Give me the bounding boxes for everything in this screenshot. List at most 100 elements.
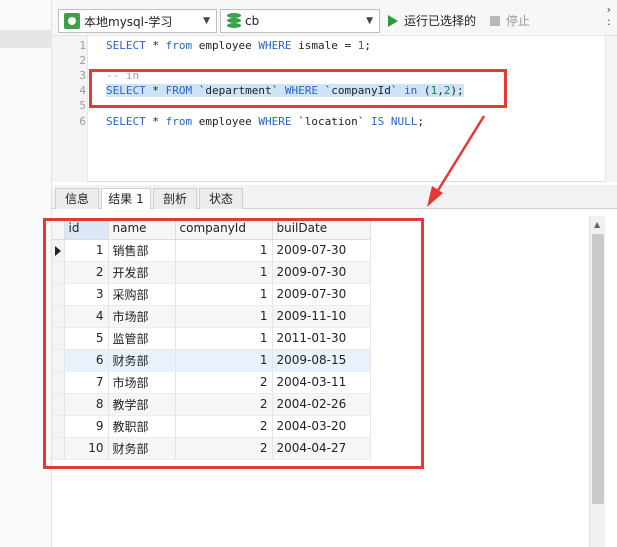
table-row[interactable]: 7 市场部 2 2004-03-11 — [52, 371, 371, 394]
cell-name[interactable]: 教职部 — [108, 415, 176, 438]
left-panel — [0, 0, 52, 547]
left-panel-selected-item[interactable] — [0, 30, 52, 48]
table-row[interactable]: 8 教学部 2 2004-02-26 — [52, 393, 371, 416]
table-row-selected[interactable]: 6 财务部 1 2009-08-15 — [52, 349, 371, 372]
cell-companyid[interactable]: 2 — [175, 415, 273, 438]
cell-name[interactable]: 财务部 — [108, 437, 176, 460]
cell-id[interactable]: 1 — [64, 239, 109, 262]
result-scrollbar[interactable]: ▲ — [589, 216, 605, 547]
cell-buildate[interactable]: 2009-07-30 — [272, 239, 371, 262]
cell-buildate[interactable]: 2009-07-30 — [272, 283, 371, 306]
tab-status[interactable]: 状态 — [199, 188, 243, 210]
table-row[interactable]: 9 教职部 2 2004-03-20 — [52, 415, 371, 438]
tab-info[interactable]: 信息 — [55, 188, 99, 210]
row-header[interactable] — [52, 415, 65, 438]
code-text: SELECT * from employee WHERE ismale = 1; — [106, 39, 371, 52]
scroll-up-arrow-icon[interactable]: ▲ — [594, 220, 600, 229]
column-header-name[interactable]: name — [108, 218, 176, 240]
cell-name[interactable]: 市场部 — [108, 371, 176, 394]
line-number: 1 — [79, 39, 86, 52]
row-header[interactable] — [52, 393, 65, 416]
table-row[interactable]: 5 监管部 1 2011-01-30 — [52, 327, 371, 350]
cell-companyid[interactable]: 1 — [175, 327, 273, 350]
line-number: 5 — [79, 99, 86, 112]
cell-buildate[interactable]: 2011-01-30 — [272, 327, 371, 350]
cell-name[interactable]: 开发部 — [108, 261, 176, 284]
mysql-connection-icon — [64, 13, 80, 29]
cell-name[interactable]: 市场部 — [108, 305, 176, 328]
cell-companyid[interactable]: 2 — [175, 437, 273, 460]
row-header[interactable] — [52, 437, 65, 460]
line-number: 2 — [79, 54, 86, 67]
sql-editor[interactable]: 1 SELECT * from employee WHERE ismale = … — [52, 36, 617, 182]
database-value: cb — [245, 14, 260, 28]
cell-companyid[interactable]: 1 — [175, 305, 273, 328]
cell-companyid[interactable]: 2 — [175, 371, 273, 394]
editor-scrollbar[interactable] — [605, 36, 617, 182]
editor-line-selected: 4 SELECT * FROM `department` WHERE `comp… — [52, 83, 617, 98]
line-number: 3 — [79, 69, 86, 82]
row-header[interactable] — [52, 349, 65, 372]
row-header[interactable] — [52, 327, 65, 350]
cell-name[interactable]: 教学部 — [108, 393, 176, 416]
cell-companyid[interactable]: 1 — [175, 283, 273, 306]
column-header-id[interactable]: id — [64, 218, 109, 240]
current-row-pointer-icon — [55, 245, 61, 256]
cell-id[interactable]: 4 — [64, 305, 109, 328]
cell-buildate[interactable]: 2004-03-20 — [272, 415, 371, 438]
row-header[interactable] — [52, 261, 65, 284]
row-header[interactable] — [52, 371, 65, 394]
cell-name[interactable]: 监管部 — [108, 327, 176, 350]
table-row[interactable]: 2 开发部 1 2009-07-30 — [52, 261, 371, 284]
stop-button[interactable]: 停止 — [490, 12, 530, 29]
column-header-companyid[interactable]: companyId — [175, 218, 273, 240]
cell-id[interactable]: 2 — [64, 261, 109, 284]
cell-id[interactable]: 6 — [64, 349, 109, 372]
cell-buildate[interactable]: 2009-08-15 — [272, 349, 371, 372]
row-header[interactable] — [52, 283, 65, 306]
line-number: 6 — [79, 115, 86, 128]
database-dropdown[interactable]: cb ▼ — [220, 9, 380, 33]
line-number: 4 — [79, 84, 86, 97]
cell-companyid[interactable]: 1 — [175, 349, 273, 372]
cell-buildate[interactable]: 2009-11-10 — [272, 305, 371, 328]
chevron-down-icon: ▼ — [366, 16, 373, 26]
tab-profile[interactable]: 剖析 — [153, 188, 197, 210]
stop-label: 停止 — [506, 14, 531, 28]
table-row[interactable]: 4 市场部 1 2009-11-10 — [52, 305, 371, 328]
cell-id[interactable]: 9 — [64, 415, 109, 438]
run-selected-button[interactable]: 运行已选择的 — [388, 12, 476, 29]
row-header[interactable] — [52, 239, 65, 262]
cell-companyid[interactable]: 2 — [175, 393, 273, 416]
scrollbar-thumb[interactable] — [592, 234, 604, 504]
toolbar-overflow-icon[interactable]: ›: — [607, 4, 611, 28]
table-row[interactable]: 1 销售部 1 2009-07-30 — [52, 239, 371, 262]
cell-id[interactable]: 8 — [64, 393, 109, 416]
cell-id[interactable]: 3 — [64, 283, 109, 306]
table-row[interactable]: 3 采购部 1 2009-07-30 — [52, 283, 371, 306]
cell-companyid[interactable]: 1 — [175, 261, 273, 284]
result-table: id name companyId builDate 1 销售部 1 2009-… — [52, 218, 371, 460]
result-grid[interactable]: id name companyId builDate 1 销售部 1 2009-… — [52, 209, 605, 547]
cell-id[interactable]: 5 — [64, 327, 109, 350]
cell-buildate[interactable]: 2004-03-11 — [272, 371, 371, 394]
cell-buildate[interactable]: 2004-04-27 — [272, 437, 371, 460]
cell-buildate[interactable]: 2009-07-30 — [272, 261, 371, 284]
tab-result-1[interactable]: 结果 1 — [101, 188, 151, 211]
editor-line: 5 — [52, 98, 617, 113]
cell-companyid[interactable]: 1 — [175, 239, 273, 262]
cell-buildate[interactable]: 2004-02-26 — [272, 393, 371, 416]
cell-name[interactable]: 采购部 — [108, 283, 176, 306]
row-header[interactable] — [52, 305, 65, 328]
table-row[interactable]: 10 财务部 2 2004-04-27 — [52, 437, 371, 460]
cell-id[interactable]: 7 — [64, 371, 109, 394]
code-text: SELECT * from employee WHERE `location` … — [106, 115, 424, 128]
stop-icon — [490, 15, 500, 26]
column-header-buildate[interactable]: builDate — [272, 218, 371, 240]
query-toolbar: 本地mysql-学习 ▼ cb ▼ 运行已选择的 停止 ›: — [52, 0, 617, 36]
cell-name[interactable]: 销售部 — [108, 239, 176, 262]
connection-dropdown[interactable]: 本地mysql-学习 ▼ — [58, 9, 217, 33]
row-header-corner — [52, 218, 65, 240]
cell-name[interactable]: 财务部 — [108, 349, 176, 372]
cell-id[interactable]: 10 — [64, 437, 109, 460]
